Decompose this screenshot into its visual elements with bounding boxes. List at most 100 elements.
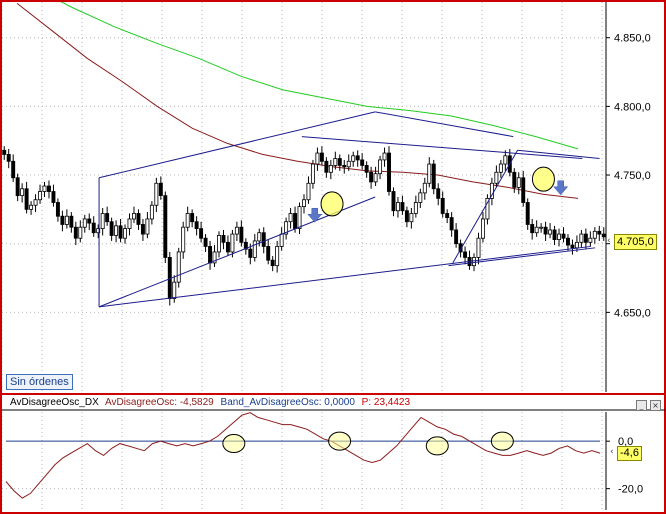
- candle-body: [51, 191, 56, 203]
- candle-body: [123, 228, 128, 239]
- moving-averages: [16, 0, 579, 199]
- candle-body: [55, 202, 60, 217]
- candle-body: [498, 163, 503, 173]
- candle-body: [328, 165, 333, 173]
- no-orders-button[interactable]: Sin órdenes: [6, 374, 73, 390]
- trend-line: [301, 136, 583, 160]
- candle-body: [194, 221, 199, 229]
- candle-body: [6, 154, 11, 162]
- oscillator-tick-label: -20,0: [618, 484, 643, 496]
- candle-body: [239, 226, 244, 243]
- candle-body: [409, 213, 414, 223]
- candle-body: [503, 155, 508, 165]
- candle-body: [302, 199, 306, 208]
- candle-body: [293, 213, 298, 229]
- candle-body: [176, 251, 181, 283]
- trend-line: [99, 245, 591, 308]
- candle-body: [404, 210, 409, 223]
- candle-body: [480, 218, 485, 239]
- candle-body: [252, 240, 257, 258]
- highlight-ellipse: [490, 431, 514, 451]
- candle-body: [431, 163, 436, 190]
- candle-body: [413, 202, 418, 214]
- oscillator-line: [5, 412, 601, 499]
- candle-body: [445, 213, 450, 218]
- down-arrow-icon: [553, 180, 569, 196]
- candle-body: [114, 225, 119, 236]
- candle-body: [583, 233, 588, 243]
- candle-body: [346, 160, 351, 168]
- moving-average-line: [16, 3, 579, 199]
- candle-body: [288, 213, 293, 223]
- candle-body: [270, 259, 275, 267]
- last-value-pointer-icon: ‹: [610, 447, 614, 457]
- candle-body: [132, 213, 136, 220]
- highlight-ellipse: [328, 431, 352, 451]
- trend-line: [98, 111, 376, 179]
- candle-body: [154, 182, 159, 206]
- price-tick-label: 4.650,0: [614, 307, 651, 319]
- candle-body: [324, 160, 329, 173]
- candle-body: [337, 158, 342, 166]
- close-button[interactable]: ×: [650, 400, 661, 411]
- candle-body: [373, 173, 378, 183]
- candle-body: [181, 226, 186, 253]
- candle-body: [342, 165, 347, 168]
- candle-body: [149, 204, 154, 220]
- candle-body: [525, 202, 530, 225]
- candle-body: [333, 158, 338, 166]
- candle-body: [221, 235, 226, 243]
- candle-body: [145, 218, 150, 235]
- highlight-ellipse: [531, 166, 555, 192]
- candle-body: [190, 213, 195, 223]
- candle-body: [463, 251, 468, 258]
- candle-body: [494, 171, 499, 184]
- candle-body: [225, 241, 230, 253]
- candle-body: [306, 182, 311, 201]
- highlight-ellipse: [222, 434, 246, 454]
- candle-body: [69, 215, 74, 228]
- candle-body: [543, 226, 548, 235]
- candle-body: [387, 152, 391, 192]
- candle-body: [140, 224, 145, 235]
- candle-body: [516, 177, 521, 188]
- candle-body: [208, 246, 213, 264]
- price-tick-label: 4.850,0: [614, 33, 651, 45]
- candle-body: [234, 226, 239, 235]
- candle-body: [82, 218, 87, 228]
- candle-body: [185, 213, 190, 228]
- candle-body: [105, 213, 110, 223]
- chart-window: 4.850,04.800,04.750,04.700,04.650,0 0,0-…: [0, 0, 666, 514]
- candle-body: [418, 192, 423, 203]
- legend-period-value: P: 23,4423: [361, 397, 411, 408]
- candle-body: [230, 233, 235, 253]
- candle-body: [275, 246, 280, 267]
- candle-body: [73, 226, 78, 239]
- candle-body: [261, 232, 266, 247]
- oscillator-grid: [1, 412, 606, 510]
- candle-body: [127, 218, 132, 229]
- candle-body: [521, 177, 526, 203]
- candle-body: [440, 197, 445, 214]
- candle-body: [355, 155, 360, 161]
- candle-body: [257, 232, 262, 242]
- candle-body: [42, 185, 47, 192]
- candle-body: [395, 202, 400, 212]
- candle-body: [512, 171, 517, 188]
- candle-body: [172, 281, 177, 300]
- legend-indicator-name: AvDisagreeOsc_DX: [10, 397, 99, 408]
- candle-body: [601, 233, 606, 238]
- highlight-ellipse: [425, 436, 449, 456]
- candle-body: [136, 213, 141, 225]
- candle-body: [64, 215, 69, 225]
- candle-body: [570, 244, 575, 249]
- trend-line: [452, 150, 518, 264]
- candle-body: [11, 160, 16, 179]
- candle-body: [561, 233, 566, 239]
- candle-body: [310, 163, 315, 184]
- candle-body: [427, 163, 432, 184]
- minimize-button[interactable]: _: [636, 400, 647, 411]
- candle-body: [20, 188, 25, 197]
- candle-body: [15, 177, 20, 197]
- candle-body: [548, 229, 553, 235]
